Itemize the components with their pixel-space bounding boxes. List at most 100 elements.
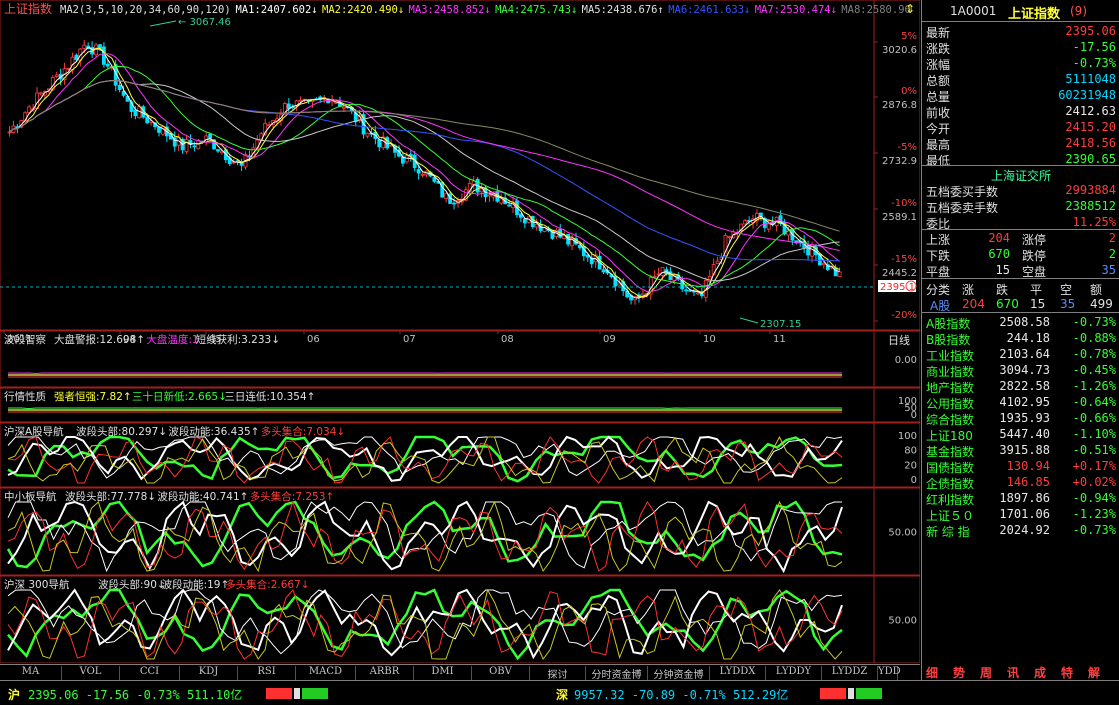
candle xyxy=(727,236,732,238)
candle xyxy=(208,133,213,139)
ma-legend-item: MA1:2407.602↓ xyxy=(235,4,317,16)
quote-row: 总量 60231948 xyxy=(926,88,1116,104)
index-row[interactable]: 上证180 5447.40 -1.10% xyxy=(922,426,1119,443)
sidebar-tab-2[interactable]: 势 xyxy=(953,664,965,680)
tab-分时资金博[interactable]: 分时资金博 xyxy=(586,666,648,681)
x-axis-label: 06 xyxy=(307,334,320,345)
candle xyxy=(192,145,197,148)
candle xyxy=(184,139,189,153)
candle xyxy=(652,275,657,278)
indicator-value: 多头集合:7.034↓ xyxy=(261,425,345,438)
indicator-tab-bar: MA VOL CCI KDJ RSI MACD ARBR DMI OBV 探讨 分时资金博 分钟资金博… xyxy=(0,664,920,681)
tab-arbr[interactable]: ARBR xyxy=(356,666,414,681)
x-axis-label: 11 xyxy=(773,334,786,345)
tab-vol[interactable]: VOL xyxy=(62,666,120,681)
index-row[interactable]: 商业指数 3094.73 -0.45% xyxy=(922,362,1119,379)
tab-dmi[interactable]: DMI xyxy=(414,666,472,681)
indicator-value: 波段头部:80.297↓ xyxy=(76,425,167,438)
candle xyxy=(837,271,842,277)
tab-ydd[interactable]: YDD xyxy=(878,666,901,681)
index-row[interactable]: 综合指数 1935.93 -0.66% xyxy=(922,410,1119,427)
candle xyxy=(522,218,527,224)
candle xyxy=(699,293,704,297)
candle xyxy=(102,46,106,65)
tab-cci[interactable]: CCI xyxy=(120,666,180,681)
tab-kdj[interactable]: KDJ xyxy=(180,666,238,681)
sh-summary: 2395.06 -17.56 -0.73% 511.10亿 xyxy=(28,688,243,702)
quote-row: 最高 2418.56 xyxy=(926,136,1116,152)
sidebar-tab-1[interactable]: 细 xyxy=(926,664,938,680)
sidebar-tab-6[interactable]: 特 xyxy=(1061,664,1073,680)
indicator-value: 多头集合:7.253↑ xyxy=(250,490,334,503)
quote-row: 涨幅 -0.73% xyxy=(926,56,1116,72)
tab-obv[interactable]: OBV xyxy=(472,666,530,681)
candle xyxy=(452,202,456,205)
indicator-value: 波段动能:40.741↑ xyxy=(157,490,248,503)
index-row[interactable]: 红利指数 1897.86 -0.94% xyxy=(922,490,1119,507)
index-row[interactable]: 新 综 指 2024.92 -0.73% xyxy=(922,522,1119,539)
class-table-head: 分类涨跌平空额 xyxy=(926,283,1103,297)
tab-ma[interactable]: MA xyxy=(0,666,62,681)
y-tick-pct: -15% xyxy=(891,254,917,265)
divider xyxy=(922,278,1119,279)
index-row[interactable]: 基金指数 3915.88 -0.51% xyxy=(922,442,1119,459)
candle xyxy=(117,85,122,90)
index-row[interactable]: 国债指数 130.94 +0.17% xyxy=(922,458,1119,475)
class-table-row[interactable]: A股 204 670 15 35 499 xyxy=(922,296,1119,313)
tab-探讨[interactable]: 探讨 xyxy=(530,666,586,681)
ma-legend-item: MA8:2580.96 xyxy=(841,4,911,16)
indicator-value: 多头集合:2.667↓ xyxy=(225,578,309,591)
candle xyxy=(684,289,689,292)
indicator-name-3: 沪深A股导航 xyxy=(4,425,64,438)
candle xyxy=(133,109,138,117)
divider xyxy=(922,312,1119,313)
candle xyxy=(420,173,425,176)
candle xyxy=(507,204,512,207)
x-axis-label: 09 xyxy=(603,334,616,345)
indicator-value: 强者恒强:7.82↑ xyxy=(54,390,132,403)
index-row[interactable]: 工业指数 2103.64 -0.78% xyxy=(922,346,1119,363)
tab-分钟资金博[interactable]: 分钟资金博 xyxy=(648,666,710,681)
quote-row: 前收 2412.63 xyxy=(926,104,1116,120)
market-status-bar: 沪 2395.06 -17.56 -0.73% 511.10亿 深 9957.3… xyxy=(0,680,1119,705)
quote-row: 涨跌 -17.56 xyxy=(926,40,1116,56)
indicator-value: 大盘警报:12.698↑ xyxy=(54,333,145,346)
tab-lyddy[interactable]: LYDDY xyxy=(766,666,822,681)
index-row[interactable]: A股指数 2508.58 -0.73% xyxy=(922,314,1119,331)
quote-row: 今开 2415.20 xyxy=(926,120,1116,136)
period-label[interactable]: 日线 xyxy=(888,333,910,347)
tab-macd[interactable]: MACD xyxy=(296,666,356,681)
indicator-name-2: 行情性质 xyxy=(4,390,46,403)
sz-label: 深 xyxy=(556,688,569,702)
index-row[interactable]: B股指数 244.18 -0.88% xyxy=(922,330,1119,347)
quote-sidebar: 1A0001 上证指数 (9) 最新 2395.06 涨跌 -17.56 涨幅 -0.73% 总额… xyxy=(921,0,1119,680)
index-row[interactable]: 企债指数 146.85 +0.02% xyxy=(922,474,1119,491)
x-axis-label: 07 xyxy=(403,334,416,345)
index-row[interactable]: 地产指数 2822.58 -1.26% xyxy=(922,378,1119,395)
ma-legend-item: MA7:2530.474↓ xyxy=(755,4,837,16)
order-row: 五档委卖手数 2388512 xyxy=(926,199,1116,215)
ma-legend-item: MA5:2438.676↑ xyxy=(582,4,664,16)
candle xyxy=(54,74,59,77)
expand-arrow-icon[interactable]: ⇕ xyxy=(905,2,915,16)
sidebar-tab-3[interactable]: 周 xyxy=(980,664,992,680)
tab-lyddz[interactable]: LYDDZ xyxy=(822,666,878,681)
ma-legend-item: MA2(3,5,10,20,34,60,90,120) xyxy=(60,4,231,16)
tab-lyddx[interactable]: LYDDX xyxy=(710,666,766,681)
sidebar-tab-7[interactable]: 解 xyxy=(1088,664,1100,680)
panel-frame-0 xyxy=(0,0,920,331)
indicator-line-a xyxy=(8,372,842,375)
indicator-tick: 0 xyxy=(911,410,917,421)
sidebar-tab-4[interactable]: 讯 xyxy=(1007,664,1019,680)
indicator-name-5: 沪深 300导航 xyxy=(4,578,70,591)
candle xyxy=(39,92,43,95)
tab-rsi[interactable]: RSI xyxy=(238,666,296,681)
sidebar-tab-5[interactable]: 成 xyxy=(1034,664,1046,680)
chart-area[interactable]: ← 3067.46 2307.15 5% 3020.6 0% 2876.8 -5% 2732.… xyxy=(0,0,920,663)
candle xyxy=(766,223,771,230)
index-row[interactable]: 上证５０ 1701.06 -1.23% xyxy=(922,506,1119,523)
index-row[interactable]: 公用指数 4102.95 -0.64% xyxy=(922,394,1119,411)
indicator-value: 三日连低:10.354↑ xyxy=(224,390,315,403)
indicator-value: 大盘温度:1 xyxy=(146,333,198,346)
candle xyxy=(105,63,110,67)
